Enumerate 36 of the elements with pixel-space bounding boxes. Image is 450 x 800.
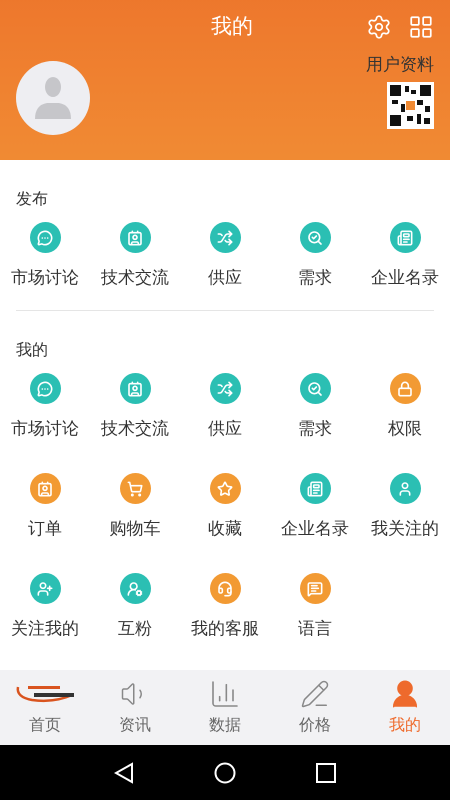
menu-item[interactable]: 需求 <box>270 210 360 310</box>
tab[interactable]: 价格 <box>270 670 360 745</box>
menu-item[interactable]: 语言 <box>270 561 360 661</box>
menu-item[interactable]: 技术交流 <box>90 361 180 461</box>
grid-icon[interactable] <box>408 14 434 40</box>
menu-item[interactable]: 供应 <box>180 361 270 461</box>
tab[interactable]: 资讯 <box>90 670 180 745</box>
pencil-icon <box>300 679 330 709</box>
menu-item[interactable]: 技术交流 <box>90 210 180 310</box>
menu-item[interactable]: 市场讨论 <box>0 210 90 310</box>
menu-item[interactable]: 订单 <box>0 461 90 561</box>
menu-item[interactable]: 权限 <box>360 361 450 461</box>
menu-item[interactable]: 需求 <box>270 361 360 461</box>
tab[interactable]: 首页 <box>0 670 90 745</box>
menu-item[interactable]: 供应 <box>180 210 270 310</box>
page-title: 我的 <box>210 13 254 40</box>
settings-icon[interactable] <box>366 14 392 40</box>
menu-item[interactable]: 收藏 <box>180 461 270 561</box>
menu-item[interactable]: 市场讨论 <box>0 361 90 461</box>
menu-item[interactable]: 企业名录 <box>360 210 450 310</box>
recents-icon[interactable] <box>316 762 336 782</box>
menu-item[interactable]: 互粉 <box>90 561 180 661</box>
tab[interactable]: 数据 <box>180 670 270 745</box>
menu-item[interactable]: 关注我的 <box>0 561 90 661</box>
menu-item[interactable]: 我的客服 <box>180 561 270 661</box>
qr-code-icon[interactable] <box>387 82 434 128</box>
home-icon[interactable] <box>214 762 236 784</box>
menu-item[interactable]: 企业名录 <box>270 461 360 561</box>
section-title: 发布 <box>16 188 49 210</box>
section-title: 我的 <box>16 339 49 361</box>
person-silhouette-icon <box>33 77 73 119</box>
menu-item[interactable]: 购物车 <box>90 461 180 561</box>
logo-icon <box>14 683 76 705</box>
menu-item[interactable]: 我关注的 <box>360 461 450 561</box>
profile-link[interactable]: 用户资料 <box>366 53 434 78</box>
back-icon[interactable] <box>114 762 134 784</box>
